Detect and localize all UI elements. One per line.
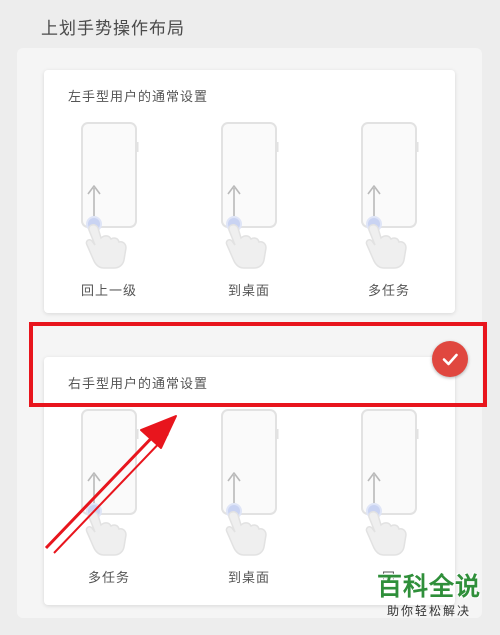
phone-side-button	[416, 142, 419, 152]
gesture-label: 多任务	[87, 571, 130, 586]
gesture-label: 到桌面	[227, 571, 270, 586]
watermark-logo: 百科全说 助你轻松解决	[364, 572, 494, 628]
finger-touch-icon	[365, 224, 407, 269]
option-title: 右手型用户的通常设置	[68, 377, 209, 392]
phone-body	[361, 409, 417, 515]
watermark-subtitle: 助你轻松解决	[386, 604, 471, 618]
finger-touch-icon	[225, 224, 267, 269]
phone-body	[81, 122, 137, 228]
phone-side-button	[416, 429, 419, 439]
phone-side-button	[136, 429, 139, 439]
phone-outline-icon	[361, 409, 419, 556]
phone-side-button	[276, 429, 279, 439]
phone-side-button	[136, 142, 139, 152]
phone-outline-icon	[221, 122, 279, 269]
finger-touch-icon	[85, 224, 127, 269]
phone-body	[361, 122, 417, 228]
phone-outline-icon	[221, 409, 279, 556]
gesture-label: 多任务	[367, 284, 410, 299]
check-icon	[442, 353, 458, 366]
phone-outline-icon	[81, 409, 139, 556]
option-card-right-hand[interactable]: 右手型用户的通常设置 多任务 到桌面 回	[44, 357, 455, 605]
settings-screen: 上划手势操作布局 左手型用户的通常设置 回上一级 到桌面 多任务 右手型用户的通…	[0, 0, 500, 635]
gesture-home: 到桌面	[194, 407, 304, 586]
gesture-multitask: 多任务	[54, 407, 164, 586]
phone-outline-icon	[81, 122, 139, 269]
gesture-home: 到桌面	[194, 120, 304, 299]
finger-touch-icon	[365, 511, 407, 556]
finger-touch-icon	[85, 511, 127, 556]
phone-body	[221, 122, 277, 228]
gesture-multitask: 多任务	[334, 120, 444, 299]
watermark-title: 百科全说	[376, 572, 481, 601]
gesture-label: 回上一级	[80, 284, 137, 299]
option-card-left-hand[interactable]: 左手型用户的通常设置 回上一级 到桌面 多任务	[44, 70, 455, 313]
phone-body	[81, 409, 137, 515]
finger-touch-icon	[225, 511, 267, 556]
option-title: 左手型用户的通常设置	[68, 90, 209, 105]
phone-body	[221, 409, 277, 515]
page-title: 上划手势操作布局	[41, 19, 185, 39]
gesture-back: 回上一级	[54, 120, 164, 299]
selected-check-badge	[432, 341, 468, 377]
phone-outline-icon	[361, 122, 419, 269]
phone-side-button	[276, 142, 279, 152]
gesture-back: 回	[334, 407, 444, 586]
gesture-label: 到桌面	[227, 284, 270, 299]
